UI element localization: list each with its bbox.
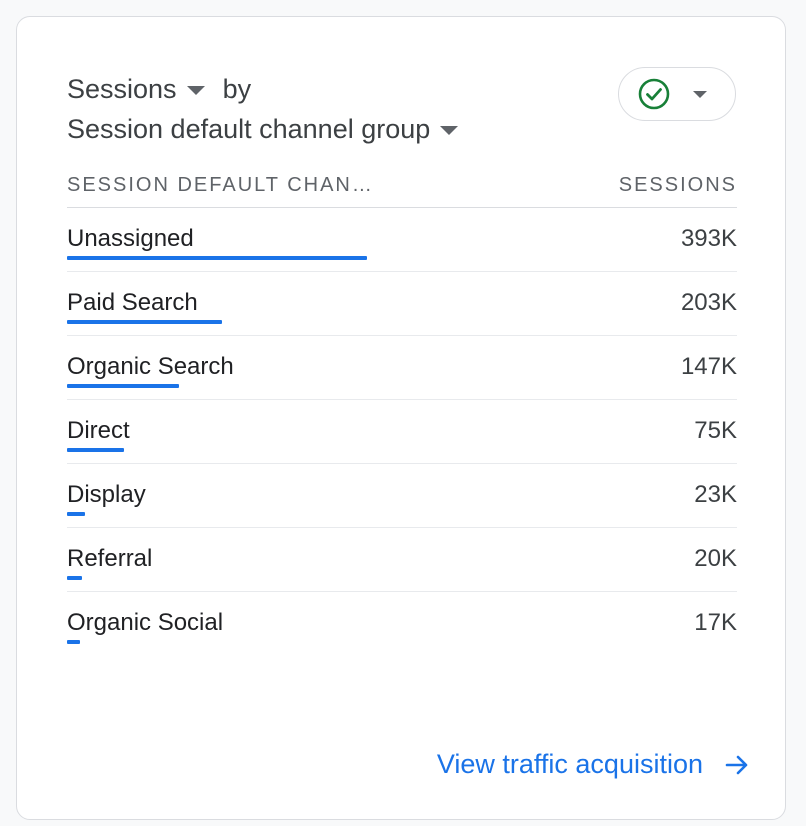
- row-bar: [67, 384, 179, 388]
- check-circle-icon: [637, 77, 671, 111]
- table-row[interactable]: Paid Search 203K: [67, 272, 737, 336]
- title-line-metric: Sessions by: [67, 69, 547, 109]
- table-row[interactable]: Unassigned 393K: [67, 208, 737, 272]
- row-bar: [67, 512, 85, 516]
- row-bar: [67, 256, 367, 260]
- row-value: 147K: [680, 353, 737, 380]
- row-value: 17K: [694, 609, 737, 636]
- channel-table: SESSION DEFAULT CHAN… SESSIONS Unassigne…: [67, 163, 737, 655]
- sessions-by-channel-card: Sessions by Session default channel grou…: [16, 16, 786, 820]
- row-label: Organic Search: [67, 353, 234, 380]
- card-title: Sessions by Session default channel grou…: [67, 69, 547, 149]
- row-value: 20K: [694, 545, 737, 572]
- row-bar: [67, 320, 222, 324]
- header-dimension[interactable]: SESSION DEFAULT CHAN…: [67, 174, 374, 197]
- row-label: Unassigned: [67, 225, 194, 252]
- table-header: SESSION DEFAULT CHAN… SESSIONS: [67, 163, 737, 208]
- view-traffic-acquisition-label: View traffic acquisition: [436, 749, 703, 779]
- caret-down-icon: [186, 85, 205, 95]
- row-label: Referral: [67, 545, 153, 572]
- table-row[interactable]: Organic Social 17K: [67, 592, 737, 655]
- table-row[interactable]: Direct 75K: [67, 400, 737, 464]
- row-bar: [67, 640, 80, 644]
- row-value: 203K: [680, 289, 737, 316]
- metric-dropdown-label: Sessions: [67, 73, 177, 104]
- row-label: Direct: [67, 417, 130, 444]
- table-row[interactable]: Organic Search 147K: [67, 336, 737, 400]
- row-label: Paid Search: [67, 289, 198, 316]
- arrow-right-icon: [723, 751, 751, 779]
- row-value: 75K: [694, 417, 737, 444]
- by-label: by: [222, 73, 252, 104]
- caret-down-icon: [693, 90, 707, 98]
- metric-dropdown[interactable]: Sessions: [67, 74, 211, 105]
- dimension-dropdown-label: Session default channel group: [67, 113, 431, 144]
- view-traffic-acquisition-link[interactable]: View traffic acquisition: [437, 749, 751, 780]
- row-value: 23K: [694, 481, 737, 508]
- comparison-status-dropdown[interactable]: [618, 67, 736, 121]
- title-line-dimension: Session default channel group: [67, 109, 547, 149]
- table-row[interactable]: Referral 20K: [67, 528, 737, 592]
- row-bar: [67, 576, 82, 580]
- row-label: Organic Social: [67, 609, 224, 636]
- dimension-dropdown[interactable]: Session default channel group: [67, 114, 464, 145]
- row-bar: [67, 448, 124, 452]
- row-label: Display: [67, 481, 146, 508]
- table-row[interactable]: Display 23K: [67, 464, 737, 528]
- caret-down-icon: [440, 125, 459, 135]
- row-value: 393K: [680, 225, 737, 252]
- header-metric[interactable]: SESSIONS: [619, 174, 737, 197]
